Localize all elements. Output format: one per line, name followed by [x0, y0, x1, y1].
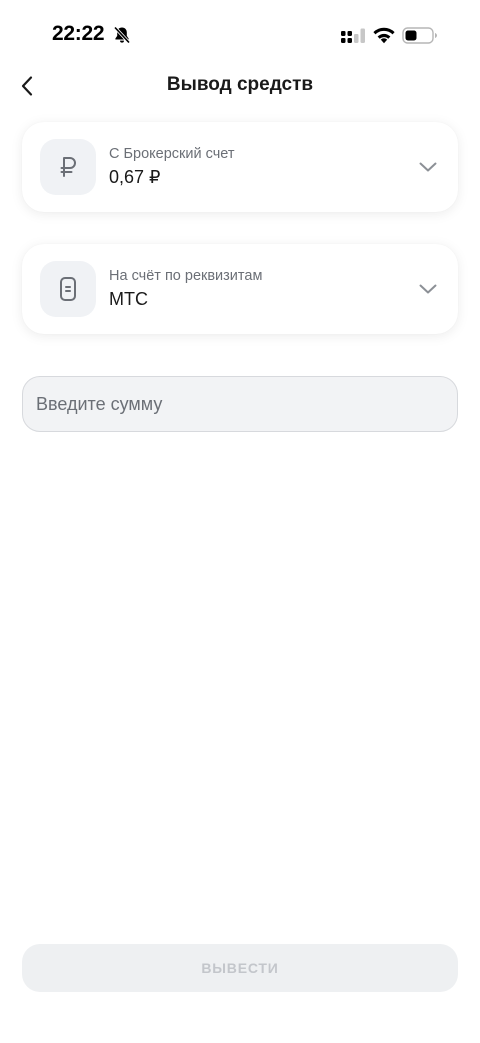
wifi-icon	[373, 27, 395, 44]
chevron-down-icon	[419, 162, 437, 172]
from-account-icon-box	[40, 139, 96, 195]
status-bar: 22:22	[0, 0, 480, 70]
battery-icon	[402, 27, 437, 44]
page-title: Вывод средств	[166, 74, 314, 95]
status-time: 22:22	[52, 22, 105, 45]
from-account-selector[interactable]: С Брокерский счет 0,67 ₽	[22, 122, 458, 212]
to-account-name: МТС	[109, 289, 148, 309]
to-account-selector[interactable]: На счёт по реквизитам МТС	[22, 244, 458, 334]
from-account-label: С Брокерский счет	[109, 146, 235, 162]
amount-input[interactable]	[22, 376, 458, 432]
from-account-balance: 0,67 ₽	[109, 167, 161, 187]
phone-icon	[60, 277, 76, 301]
withdraw-button[interactable]: ВЫВЕСТИ	[22, 944, 458, 992]
chevron-down-icon	[419, 284, 437, 294]
withdraw-screen: 22:22 Вывод средств С Брокерский счет 0,…	[0, 0, 480, 1043]
to-account-icon-box	[40, 261, 96, 317]
bell-off-icon	[113, 26, 131, 44]
cellular-signal-icon	[341, 28, 365, 43]
header: Вывод средств	[0, 64, 480, 108]
ruble-icon	[60, 157, 76, 177]
to-account-label: На счёт по реквизитам	[109, 268, 263, 284]
